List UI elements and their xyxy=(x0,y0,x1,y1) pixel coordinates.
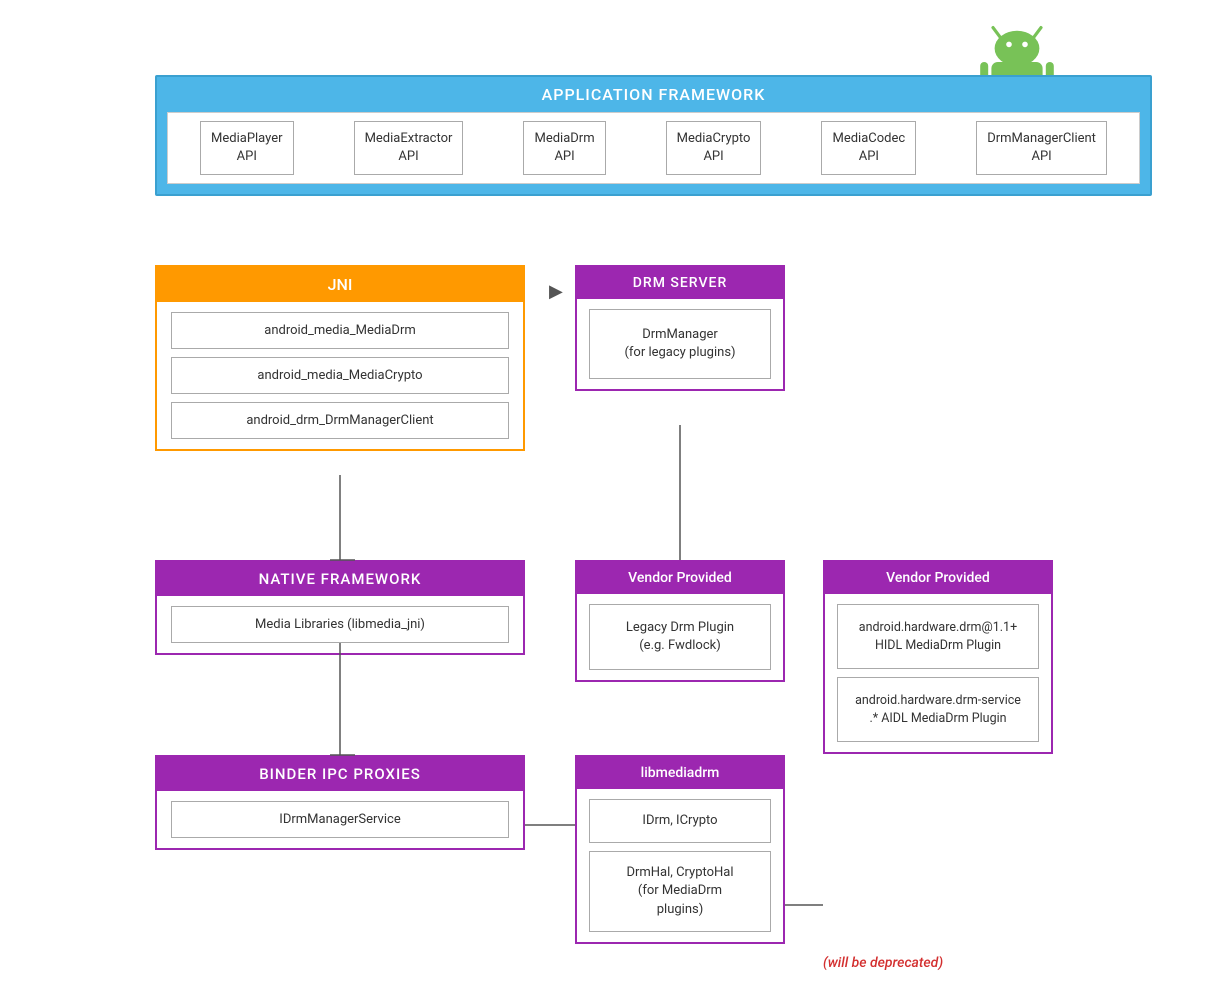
binder-ipc-items: IDrmManagerService xyxy=(157,791,523,848)
jni-item-drmmanagerclient: android_drm_DrmManagerClient xyxy=(171,402,509,439)
binder-ipc-block: BINDER IPC PROXIES IDrmManagerService xyxy=(155,755,525,850)
api-mediaextractor: MediaExtractorAPI xyxy=(354,121,464,175)
arrow-drm-server: ▶ xyxy=(549,281,563,302)
native-framework-items: Media Libraries (libmedia_jni) xyxy=(157,596,523,653)
binder-ipc-header: BINDER IPC PROXIES xyxy=(157,757,523,791)
libmediadrm-item-drmhal: DrmHal, CryptoHal(for MediaDrmplugins) xyxy=(589,851,771,932)
vendor-right-header: Vendor Provided xyxy=(825,562,1051,594)
vendor-left-header: Vendor Provided xyxy=(577,562,783,594)
api-mediadrm: MediaDrmAPI xyxy=(523,121,605,175)
jni-header: JNI xyxy=(157,267,523,302)
drm-server-items: DrmManager(for legacy plugins) xyxy=(577,299,783,389)
app-framework-apis: MediaPlayerAPI MediaExtractorAPI MediaDr… xyxy=(167,112,1140,184)
jni-block: JNI android_media_MediaDrm android_media… xyxy=(155,265,525,451)
libmediadrm-header: libmediadrm xyxy=(577,757,783,789)
vendor-left-item-legacy: Legacy Drm Plugin(e.g. Fwdlock) xyxy=(589,604,771,670)
jni-items: android_media_MediaDrm android_media_Med… xyxy=(157,302,523,449)
drm-server-item-drmmanager: DrmManager(for legacy plugins) xyxy=(589,309,771,379)
drm-server-header: DRM SERVER xyxy=(577,267,783,299)
libmediadrm-items: IDrm, ICrypto DrmHal, CryptoHal(for Medi… xyxy=(577,789,783,942)
deprecated-text: (will be deprecated) xyxy=(823,955,943,971)
binder-item-idrmmanagerservice: IDrmManagerService xyxy=(171,801,509,838)
vendor-right-items: android.hardware.drm@1.1+HIDL MediaDrm P… xyxy=(825,594,1051,752)
app-framework-title: APPLICATION FRAMEWORK xyxy=(157,77,1150,112)
app-framework-section: APPLICATION FRAMEWORK MediaPlayerAPI Med… xyxy=(155,75,1152,196)
drm-server-block: ▶ DRM SERVER DrmManager(for legacy plugi… xyxy=(575,265,785,391)
native-framework-header: NATIVE FRAMEWORK xyxy=(157,562,523,596)
vendor-left-items: Legacy Drm Plugin(e.g. Fwdlock) xyxy=(577,594,783,680)
jni-item-mediacrypto: android_media_MediaCrypto xyxy=(171,357,509,394)
libmediadrm-item-idrm: IDrm, ICrypto xyxy=(589,799,771,843)
vendor-right-item-aidl: android.hardware.drm-service.* AIDL Medi… xyxy=(837,677,1039,742)
api-mediacrypto: MediaCryptoAPI xyxy=(666,121,762,175)
api-drmmanagerclient: DrmManagerClientAPI xyxy=(976,121,1107,175)
vendor-right-block: Vendor Provided android.hardware.drm@1.1… xyxy=(823,560,1053,754)
native-item-libmedia: Media Libraries (libmedia_jni) xyxy=(171,606,509,643)
jni-item-mediadrm: android_media_MediaDrm xyxy=(171,312,509,349)
libmediadrm-block: libmediadrm IDrm, ICrypto DrmHal, Crypto… xyxy=(575,755,785,944)
api-mediaplayer: MediaPlayerAPI xyxy=(200,121,294,175)
vendor-right-item-hidl: android.hardware.drm@1.1+HIDL MediaDrm P… xyxy=(837,604,1039,669)
api-mediacodec: MediaCodecAPI xyxy=(821,121,916,175)
native-framework-block: NATIVE FRAMEWORK Media Libraries (libmed… xyxy=(155,560,525,655)
diagram-area: JNI android_media_MediaDrm android_media… xyxy=(155,265,1172,987)
vendor-left-block: Vendor Provided Legacy Drm Plugin(e.g. F… xyxy=(575,560,785,682)
